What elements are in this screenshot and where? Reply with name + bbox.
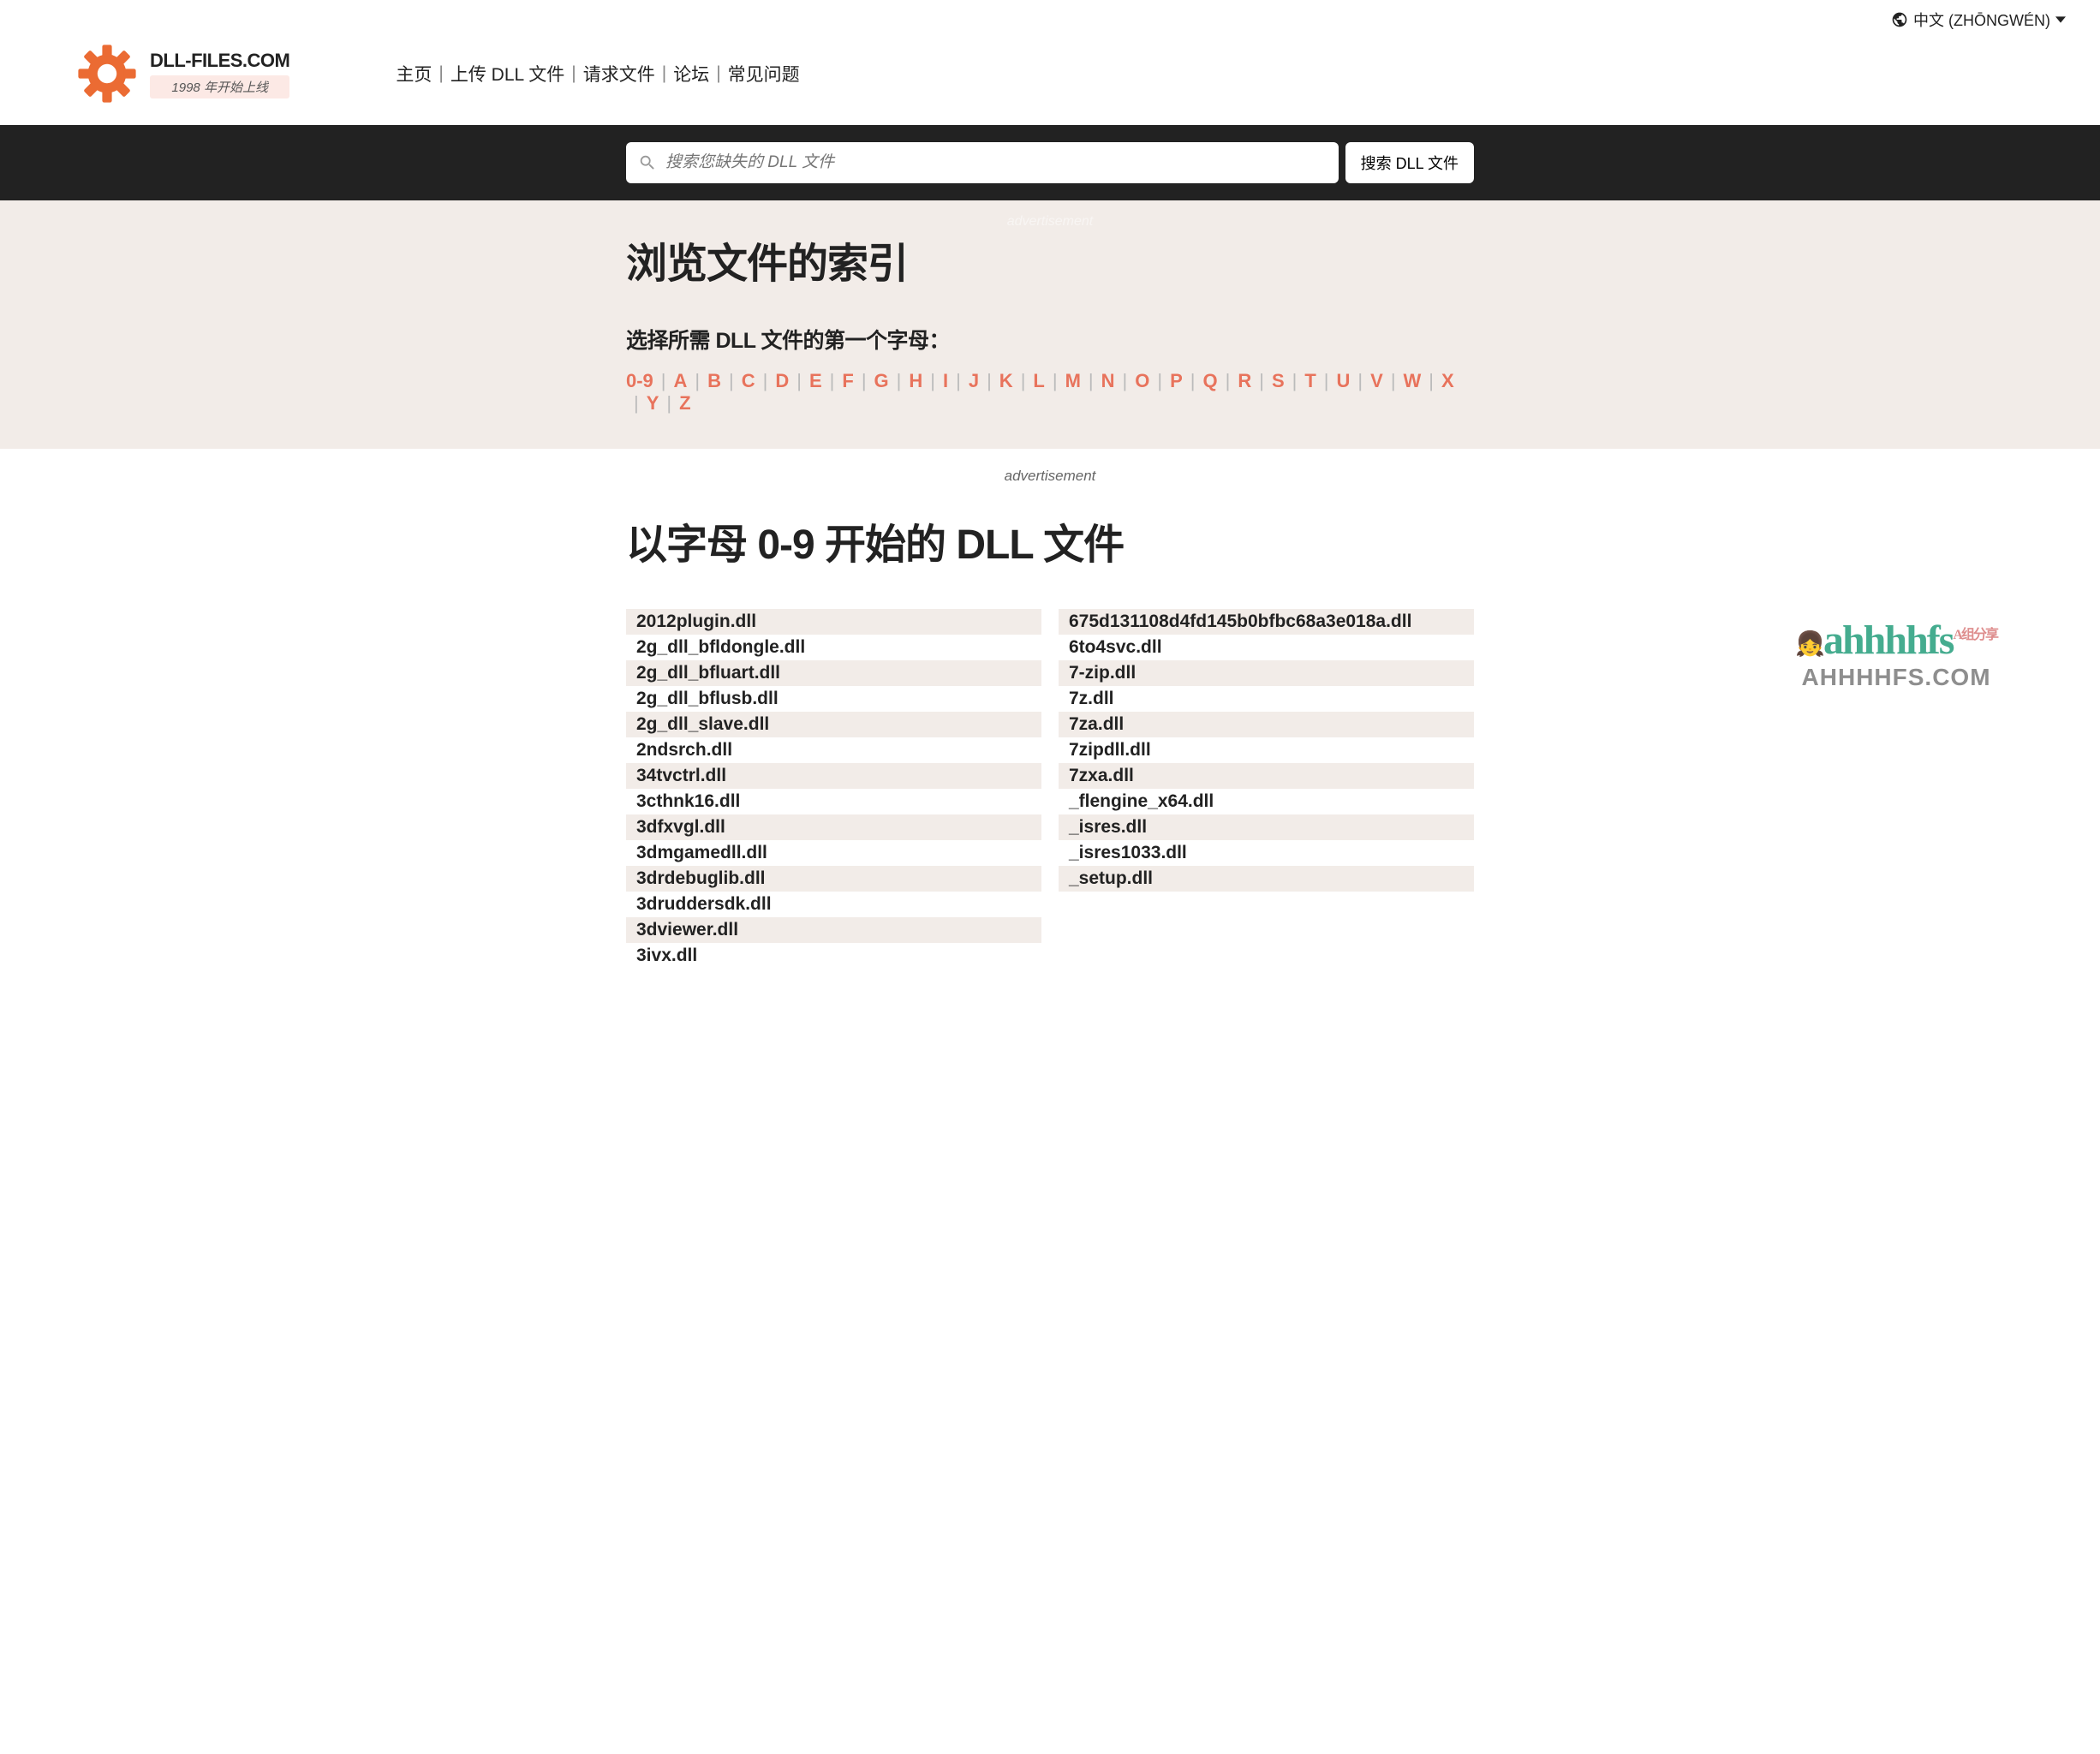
alpha-subtitle: 选择所需 DLL 文件的第一个字母：: [626, 324, 1474, 355]
file-link[interactable]: _isres1033.dll: [1059, 840, 1474, 866]
alpha-link-e[interactable]: E: [809, 370, 822, 392]
alpha-link-w[interactable]: W: [1404, 370, 1422, 392]
alpha-link-m[interactable]: M: [1065, 370, 1081, 392]
search-box: [626, 142, 1339, 183]
alpha-link-y[interactable]: Y: [647, 392, 659, 415]
file-link[interactable]: 2g_dll_bfldongle.dll: [626, 635, 1041, 660]
alpha-link-h[interactable]: H: [909, 370, 922, 392]
file-link[interactable]: 34tvctrl.dll: [626, 763, 1041, 789]
file-link[interactable]: 7zipdll.dll: [1059, 737, 1474, 763]
alpha-link-b[interactable]: B: [707, 370, 721, 392]
search-button[interactable]: 搜索 DLL 文件: [1345, 142, 1474, 183]
alpha-link-d[interactable]: D: [775, 370, 789, 392]
nav-request[interactable]: 请求文件: [580, 61, 659, 87]
file-link[interactable]: 3dviewer.dll: [626, 917, 1041, 943]
file-column-1: 2012plugin.dll2g_dll_bfldongle.dll2g_dll…: [626, 609, 1041, 969]
file-link[interactable]: 7z.dll: [1059, 686, 1474, 712]
ad-label-mid: advertisement: [626, 449, 1474, 510]
ad-label: advertisement: [0, 200, 2100, 230]
watermark: 👧ahhhhfsA组分享 AHHHHFS.COM: [1795, 617, 1997, 691]
file-link[interactable]: _isres.dll: [1059, 814, 1474, 840]
alpha-link-u[interactable]: U: [1337, 370, 1351, 392]
file-link[interactable]: 7-zip.dll: [1059, 660, 1474, 686]
alpha-link-t[interactable]: T: [1304, 370, 1315, 392]
file-link[interactable]: 7za.dll: [1059, 712, 1474, 737]
logo[interactable]: DLL-FILES.COM 1998 年开始上线: [77, 44, 289, 104]
file-link[interactable]: 6to4svc.dll: [1059, 635, 1474, 660]
alpha-link-j[interactable]: J: [969, 370, 979, 392]
page-title: 浏览文件的索引: [626, 230, 1474, 289]
alpha-link-v[interactable]: V: [1370, 370, 1383, 392]
file-link[interactable]: 2012plugin.dll: [626, 609, 1041, 635]
site-name: DLL-FILES.COM: [150, 50, 289, 72]
alpha-link-p[interactable]: P: [1170, 370, 1183, 392]
file-link[interactable]: _setup.dll: [1059, 866, 1474, 892]
alpha-link-l[interactable]: L: [1033, 370, 1044, 392]
alpha-link-c[interactable]: C: [742, 370, 755, 392]
file-link[interactable]: 2g_dll_slave.dll: [626, 712, 1041, 737]
alpha-link-k[interactable]: K: [999, 370, 1013, 392]
file-link[interactable]: 3cthnk16.dll: [626, 789, 1041, 814]
listing-title: 以字母 0-9 开始的 DLL 文件: [626, 510, 1474, 570]
language-selector[interactable]: 中文 (ZHŌNGWÉN): [1891, 9, 2066, 31]
nav-forum[interactable]: 论坛: [670, 61, 713, 87]
gear-icon: [77, 44, 137, 104]
alpha-link-f[interactable]: F: [842, 370, 853, 392]
tagline: 1998 年开始上线: [150, 75, 289, 98]
file-link[interactable]: 2ndsrch.dll: [626, 737, 1041, 763]
main-nav: 主页 | 上传 DLL 文件 | 请求文件 | 论坛 | 常见问题: [392, 61, 802, 87]
search-icon: [638, 153, 657, 172]
file-link[interactable]: 675d131108d4fd145b0bfbc68a3e018a.dll: [1059, 609, 1474, 635]
file-link[interactable]: _flengine_x64.dll: [1059, 789, 1474, 814]
nav-faq[interactable]: 常见问题: [725, 61, 803, 87]
globe-icon: [1891, 11, 1908, 28]
file-link[interactable]: 3dfxvgl.dll: [626, 814, 1041, 840]
alpha-link-g[interactable]: G: [874, 370, 889, 392]
language-label: 中文 (ZHŌNGWÉN): [1913, 9, 2050, 31]
file-link[interactable]: 3druddersdk.dll: [626, 892, 1041, 917]
caret-down-icon: [2055, 15, 2066, 25]
file-link[interactable]: 3ivx.dll: [626, 943, 1041, 969]
file-column-2: 675d131108d4fd145b0bfbc68a3e018a.dll6to4…: [1059, 609, 1474, 969]
alpha-link-a[interactable]: A: [674, 370, 688, 392]
alpha-link-q[interactable]: Q: [1202, 370, 1217, 392]
alpha-link-o[interactable]: O: [1135, 370, 1149, 392]
file-link[interactable]: 2g_dll_bflusb.dll: [626, 686, 1041, 712]
file-link[interactable]: 3drdebuglib.dll: [626, 866, 1041, 892]
nav-upload[interactable]: 上传 DLL 文件: [447, 61, 568, 87]
alpha-link-n[interactable]: N: [1101, 370, 1115, 392]
alpha-link-s[interactable]: S: [1272, 370, 1285, 392]
alpha-link-z[interactable]: Z: [679, 392, 690, 415]
ad-banner-top: advertisement 浏览文件的索引 选择所需 DLL 文件的第一个字母：…: [0, 200, 2100, 449]
alpha-nav: 0-9|A|B|C|D|E|F|G|H|I|J|K|L|M|N|O|P|Q|R|…: [626, 370, 1474, 415]
nav-home[interactable]: 主页: [392, 61, 435, 87]
search-input[interactable]: [657, 153, 1327, 172]
file-link[interactable]: 2g_dll_bfluart.dll: [626, 660, 1041, 686]
alpha-link-0-9[interactable]: 0-9: [626, 370, 653, 392]
alpha-link-x[interactable]: X: [1441, 370, 1454, 392]
file-link[interactable]: 7zxa.dll: [1059, 763, 1474, 789]
alpha-link-r[interactable]: R: [1238, 370, 1251, 392]
file-link[interactable]: 3dmgamedll.dll: [626, 840, 1041, 866]
